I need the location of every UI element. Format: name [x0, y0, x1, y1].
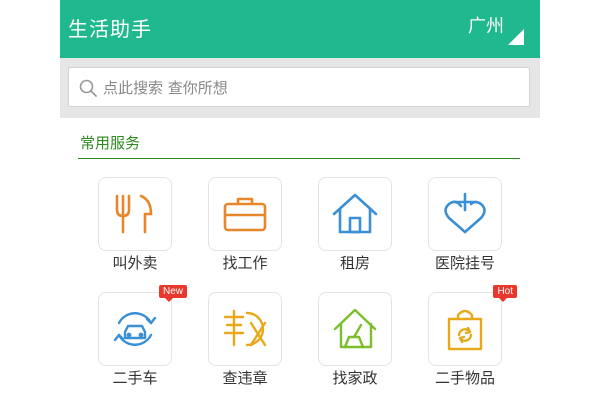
- service-label: 租房: [339, 254, 370, 272]
- search-box[interactable]: [68, 67, 530, 108]
- service-tile: [98, 177, 172, 251]
- fork-knife-icon: [115, 194, 153, 234]
- service-used-car[interactable]: New 二手车: [98, 285, 187, 387]
- city-selector[interactable]: 广州: [468, 13, 524, 45]
- house-icon: [332, 193, 378, 234]
- service-tile: [318, 292, 392, 366]
- search-icon: [79, 79, 97, 97]
- corner-triangle-icon: [508, 29, 524, 45]
- section-divider: [78, 158, 520, 159]
- service-tile: Hot: [428, 285, 517, 366]
- app-screen: 生活助手 广州 常用服务 叫外卖: [60, 0, 540, 400]
- service-tile: [208, 177, 282, 251]
- recycle-bag-icon: [447, 309, 483, 351]
- service-label: 找家政: [332, 369, 378, 387]
- service-label: 查违章: [222, 369, 268, 387]
- service-violation[interactable]: 查违章: [208, 292, 282, 387]
- service-label: 叫外卖: [112, 254, 158, 272]
- heart-cross-icon: [444, 192, 486, 234]
- service-tile: New: [98, 285, 187, 366]
- broom-house-icon: [333, 308, 377, 349]
- service-jobs[interactable]: 找工作: [208, 177, 282, 272]
- service-label: 医院挂号: [434, 254, 495, 272]
- service-takeout[interactable]: 叫外卖: [98, 177, 172, 272]
- briefcase-icon: [223, 197, 267, 232]
- new-badge: New: [158, 285, 187, 302]
- service-second-hand[interactable]: Hot 二手物品: [428, 285, 517, 387]
- service-rent[interactable]: 租房: [318, 177, 392, 272]
- city-label: 广州: [468, 16, 504, 37]
- top-bar: 生活助手 广州: [60, 0, 540, 58]
- app-title: 生活助手: [68, 17, 152, 41]
- service-label: 二手车: [112, 369, 158, 387]
- service-hospital[interactable]: 医院挂号: [428, 177, 502, 272]
- hot-badge: Hot: [493, 285, 517, 302]
- service-housekeeping[interactable]: 找家政: [318, 292, 392, 387]
- service-tile: [428, 177, 502, 251]
- service-label: 二手物品: [434, 369, 495, 387]
- service-label: 找工作: [222, 254, 268, 272]
- car-cycle-icon: [113, 312, 157, 346]
- service-tile: [208, 292, 282, 366]
- search-input[interactable]: [101, 68, 525, 108]
- violation-stamp-icon: [223, 309, 267, 347]
- section-title: 常用服务: [80, 134, 141, 152]
- search-bar: [60, 58, 540, 118]
- service-tile: [318, 177, 392, 251]
